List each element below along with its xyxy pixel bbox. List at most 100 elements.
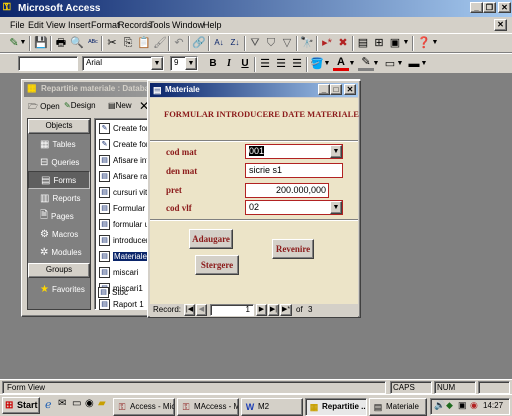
format-painter-icon[interactable]: 🖌 [152,35,168,51]
restore-button[interactable]: ❐ [483,2,496,13]
cod-mat-combo[interactable]: 001 ▼ [245,144,343,159]
menu-edit[interactable]: Edit [28,17,44,33]
taskbar-item-maccess[interactable]: ⚿ MAccess - M... [177,398,239,416]
menu-help[interactable]: Help [203,17,222,33]
clock[interactable]: 14:27 [483,401,503,410]
dropdown-arrow-icon[interactable]: ▼ [402,35,410,51]
den-mat-field[interactable]: sicrie s1 [245,163,343,178]
properties-icon[interactable]: ▤ [355,35,371,51]
menu-insert[interactable]: Insert [68,17,91,33]
list-item[interactable]: ✎ Create for [99,137,149,152]
objects-item-tables[interactable]: ▦ Tables [28,135,90,153]
close-button[interactable]: ✕ [344,84,356,95]
find-icon[interactable]: 🔭 [299,35,315,51]
menu-file[interactable]: File [10,17,25,33]
volume-icon[interactable]: 🔊 [434,400,445,411]
objects-item-queries[interactable]: ⊟ Queries [28,153,90,171]
print-icon[interactable]: 🖶 [53,35,69,51]
font-size-combo[interactable]: 9 ▼ [170,56,198,71]
copy-icon[interactable]: ⎘ [120,35,136,51]
dropdown-arrow-icon[interactable]: ▼ [396,56,404,72]
list-item[interactable]: ▤ Formular g [99,201,152,216]
insert-hyperlink-icon[interactable]: 🔗 [191,35,207,51]
list-item[interactable]: ▤ miscari [99,265,138,280]
taskbar-item-repartitie[interactable]: ▦ Repartitie ... [305,398,367,416]
taskbar-item-materiale[interactable]: ▤ Materiale [369,398,427,416]
minimize-button[interactable]: _ [318,84,330,95]
list-item[interactable]: ✎ Create for [99,121,149,136]
doc-close-button[interactable]: ✕ [494,19,507,31]
list-item[interactable]: ▤ formular u [99,217,149,232]
menu-tools[interactable]: Tools [149,17,170,33]
list-item[interactable]: ▤ introducer [99,233,149,248]
dropdown-arrow-icon[interactable]: ▼ [330,145,342,158]
list-item-selected[interactable]: ▤ Materiale [99,249,148,264]
new-record-icon[interactable]: ▸* [319,35,335,51]
quick-launch-desktop-icon[interactable]: ▭ [72,398,81,409]
menu-records[interactable]: Records [118,17,152,33]
adaugare-button[interactable]: Adaugare [189,229,233,249]
align-right-icon[interactable]: ☰ [289,56,305,72]
first-record-button[interactable]: |◀ [184,304,195,316]
quick-launch-ie-icon[interactable]: ℯ [45,398,52,411]
underline-button[interactable]: U [237,56,253,72]
next-record-button[interactable]: ▶ [256,304,267,316]
object-combo[interactable] [18,56,78,71]
font-name-combo[interactable]: Arial ▼ [82,56,164,71]
sort-descending-icon[interactable]: Z↓ [227,35,243,51]
quick-launch-outlook-icon[interactable]: ✉ [58,398,66,409]
list-item[interactable]: ▤ Afisare int [99,153,149,168]
quick-launch-folder-icon[interactable]: ▰ [98,398,106,409]
dropdown-arrow-icon[interactable]: ▼ [420,56,428,72]
design-button[interactable]: ✎Design [64,101,96,110]
quick-launch-channels-icon[interactable]: ◉ [85,398,94,409]
menu-view[interactable]: View [46,17,65,33]
font-color-icon[interactable]: A [333,56,349,71]
apply-filter-icon[interactable]: ▽ [279,35,295,51]
align-left-icon[interactable]: ☰ [257,56,273,72]
form-window-titlebar[interactable]: ▤ Materiale _ □ ✕ [150,83,358,97]
maximize-button[interactable]: □ [330,84,342,95]
stergere-button[interactable]: Stergere [195,255,239,275]
help-icon[interactable]: ❓ [416,35,432,51]
dropdown-arrow-icon[interactable]: ▼ [185,57,197,70]
dropdown-arrow-icon[interactable]: ▼ [372,56,380,72]
list-item[interactable]: ▤ Stoc [98,285,128,300]
delete-record-icon[interactable]: ✖ [335,35,351,51]
objects-header[interactable]: Objects [28,119,90,134]
objects-item-pages[interactable]: 🗎 Pages [28,207,90,225]
minimize-button[interactable]: _ [470,2,483,13]
italic-button[interactable]: I [221,56,237,72]
align-center-icon[interactable]: ☰ [273,56,289,72]
taskbar-item-access[interactable]: ⚿ Access - Mic... [113,398,175,416]
tray-antivirus-icon[interactable]: ◉ [470,400,478,411]
filter-by-form-icon[interactable]: ⛉ [263,35,279,51]
dropdown-arrow-icon[interactable]: ▼ [431,35,439,51]
sort-ascending-icon[interactable]: A↓ [211,35,227,51]
menu-format[interactable]: Format [91,17,120,33]
save-icon[interactable]: 💾 [33,35,49,51]
last-record-button[interactable]: ▶| [268,304,279,316]
groups-item-favorites[interactable]: ★ Favorites [28,280,90,298]
record-number-field[interactable]: 1 [210,304,254,316]
dropdown-arrow-icon[interactable]: ▼ [19,35,27,51]
new-object-icon[interactable]: ▣ [387,35,403,51]
cut-icon[interactable]: ✂ [104,35,120,51]
dropdown-arrow-icon[interactable]: ▼ [330,201,342,214]
prev-record-button[interactable]: ◀ [196,304,207,316]
cod-vlf-combo[interactable]: 02 ▼ [245,200,343,215]
spelling-icon[interactable]: ᴬᴮᶜ [85,35,101,51]
database-window-icon[interactable]: ⊞ [371,35,387,51]
tray-app-icon[interactable]: ◆ [446,400,453,411]
dropdown-arrow-icon[interactable]: ▼ [323,56,331,72]
taskbar-item-m2[interactable]: W M2 [241,398,303,416]
list-item[interactable]: ▤ Afisare ra [99,169,147,184]
start-button[interactable]: ⊞ Start [2,397,40,414]
tray-network-icon[interactable]: ▣ [458,400,467,411]
dropdown-arrow-icon[interactable]: ▼ [151,57,163,70]
bold-button[interactable]: B [205,56,221,72]
print-preview-icon[interactable]: 🔍 [69,35,85,51]
dropdown-arrow-icon[interactable]: ▼ [348,56,356,72]
list-item[interactable]: ▤ cursuri vit [99,185,147,200]
objects-item-reports[interactable]: ▥ Reports [28,189,90,207]
